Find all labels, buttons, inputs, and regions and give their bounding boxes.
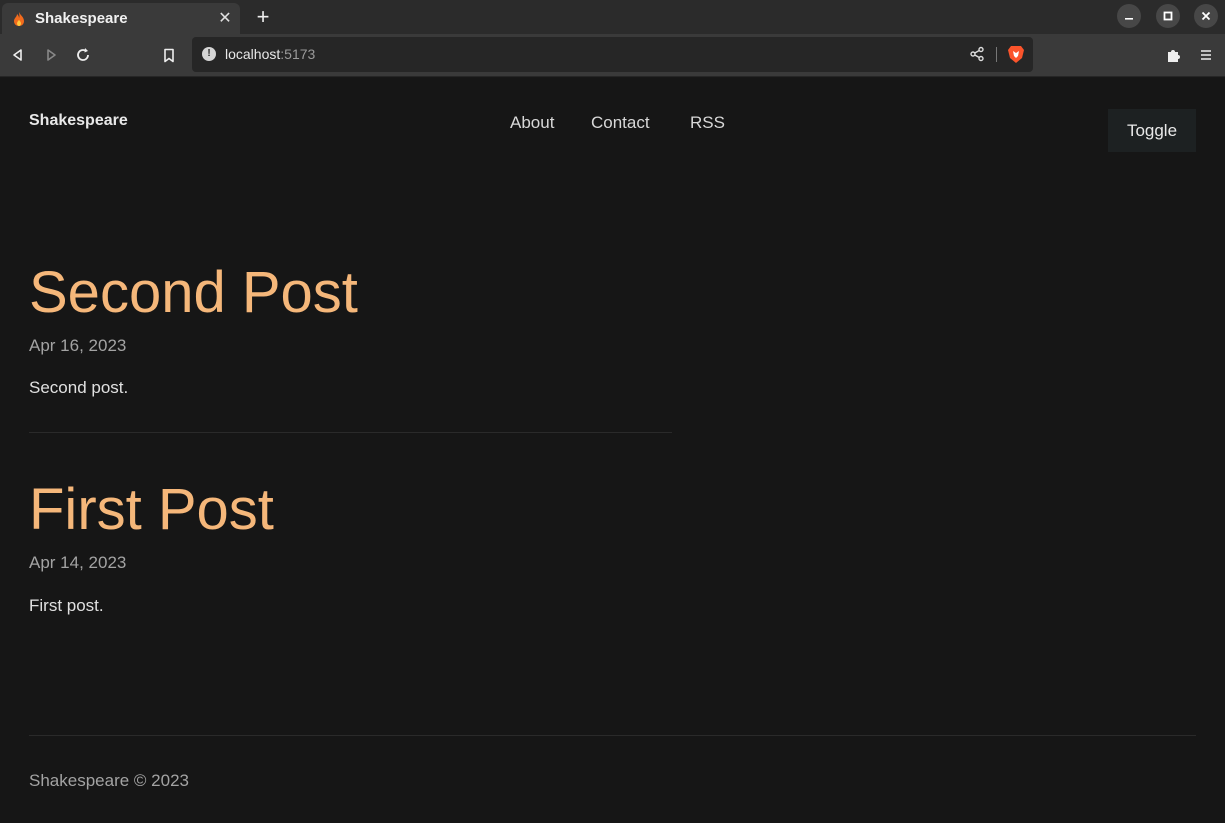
reload-icon[interactable] <box>73 45 93 65</box>
footer-divider <box>29 735 1196 736</box>
url-port: :5173 <box>280 46 316 62</box>
post-description: Second post. <box>29 378 129 397</box>
share-icon[interactable] <box>969 46 985 62</box>
minimize-icon[interactable] <box>1117 4 1141 28</box>
menu-icon[interactable] <box>1196 45 1216 65</box>
browser-toolbar: ! localhost:5173 <box>0 34 1225 77</box>
page-content: Shakespeare About Contact RSS Toggle Sec… <box>0 78 1225 823</box>
site-brand-link[interactable]: Shakespeare <box>29 112 128 130</box>
back-icon[interactable] <box>8 45 28 65</box>
post-divider <box>29 432 672 433</box>
bookmark-icon[interactable] <box>159 45 179 65</box>
post-date: Apr 14, 2023 <box>29 553 127 572</box>
browser-tab[interactable]: Shakespeare ✕ <box>2 3 240 34</box>
footer-copyright: Shakespeare © 2023 <box>29 771 189 790</box>
tab-title: Shakespeare <box>35 10 128 27</box>
extensions-icon[interactable] <box>1164 45 1184 65</box>
url-text: localhost:5173 <box>225 46 315 62</box>
fire-icon <box>12 11 26 26</box>
maximize-icon[interactable] <box>1156 4 1180 28</box>
url-host: localhost <box>225 46 281 62</box>
close-tab-icon[interactable]: ✕ <box>218 10 232 26</box>
tab-bar: Shakespeare ✕ + <box>0 0 1225 34</box>
post-title-link[interactable]: First Post <box>29 476 274 543</box>
nav-rss-link[interactable]: RSS <box>690 113 725 133</box>
forward-icon[interactable] <box>41 45 61 65</box>
address-bar[interactable]: ! localhost:5173 <box>192 37 1033 72</box>
site-info-icon[interactable]: ! <box>202 47 216 61</box>
nav-about-link[interactable]: About <box>510 113 554 133</box>
theme-toggle-button[interactable]: Toggle <box>1108 109 1196 152</box>
url-separator <box>996 47 997 62</box>
new-tab-icon[interactable]: + <box>254 6 272 28</box>
nav-contact-link[interactable]: Contact <box>591 113 650 133</box>
post-description: First post. <box>29 596 104 615</box>
brave-shields-icon[interactable] <box>1007 45 1025 64</box>
post-title-link[interactable]: Second Post <box>29 259 358 326</box>
close-window-icon[interactable] <box>1194 4 1218 28</box>
post-date: Apr 16, 2023 <box>29 336 127 355</box>
